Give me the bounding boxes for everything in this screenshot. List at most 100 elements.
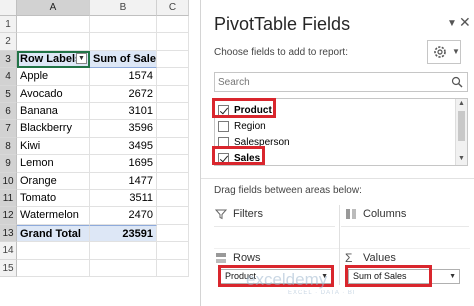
cell[interactable] (17, 259, 90, 277)
pivot-row-labels-header[interactable]: Row Labels ▼ (17, 50, 90, 69)
cell[interactable] (157, 224, 189, 243)
cell[interactable] (157, 207, 189, 225)
row-header-15[interactable]: 15 (0, 259, 17, 277)
scroll-up-icon[interactable]: ▲ (458, 100, 465, 107)
cell[interactable] (90, 33, 157, 51)
columns-icon (346, 209, 356, 219)
pivot-row-value[interactable]: 3101 (90, 103, 157, 121)
pivot-row-label[interactable]: Blackberry (17, 120, 90, 138)
cell[interactable] (157, 33, 189, 51)
pivot-row-value[interactable]: 2470 (90, 207, 157, 225)
pivot-row-label[interactable]: Kiwi (17, 137, 90, 156)
cell[interactable] (90, 242, 157, 260)
cell[interactable] (90, 259, 157, 277)
column-header-b[interactable]: B (90, 0, 157, 16)
pivot-row-label[interactable]: Apple (17, 68, 90, 86)
pivot-sum-of-sales-header[interactable]: Sum of Sales (90, 50, 157, 69)
chevron-down-icon: ▼ (449, 273, 456, 280)
row-header-7[interactable]: 7 (0, 120, 17, 138)
column-header-c[interactable]: C (157, 0, 189, 16)
pivot-row-value[interactable]: 3511 (90, 190, 157, 208)
search-icon (451, 76, 463, 88)
cell[interactable] (157, 190, 189, 208)
pane-options-caret-icon[interactable]: ▼ (447, 18, 457, 29)
pivot-row-label[interactable]: Tomato (17, 190, 90, 208)
scroll-down-icon[interactable]: ▼ (458, 155, 465, 162)
cell[interactable] (157, 242, 189, 260)
field-label: Region (234, 120, 266, 132)
cell[interactable] (157, 50, 189, 69)
close-icon[interactable]: ✕ (459, 14, 471, 31)
pivot-row-label[interactable]: Watermelon (17, 207, 90, 225)
pivot-row-value[interactable]: 3495 (90, 137, 157, 156)
row-header-2[interactable]: 2 (0, 33, 17, 51)
cell[interactable] (157, 16, 189, 34)
highlight-values-field (345, 265, 432, 287)
row-header-13[interactable]: 13 (0, 224, 17, 243)
cell[interactable] (157, 259, 189, 277)
filter-dropdown-icon[interactable]: ▼ (76, 52, 87, 64)
field-list-scrollbar[interactable]: ▲ ▼ (455, 99, 467, 165)
row-header-12[interactable]: 12 (0, 207, 17, 225)
select-all-corner[interactable] (0, 0, 17, 16)
chevron-down-icon: ▼ (452, 47, 460, 56)
pivot-row-value[interactable]: 2672 (90, 85, 157, 103)
field-search-box[interactable] (214, 72, 468, 92)
cell[interactable] (157, 155, 189, 173)
row-header-8[interactable]: 8 (0, 137, 17, 156)
grand-total-label[interactable]: Grand Total (17, 224, 90, 243)
row-header-10[interactable]: 10 (0, 172, 17, 190)
cell[interactable] (157, 103, 189, 121)
cell[interactable] (90, 16, 157, 34)
field-item-region[interactable]: Region (218, 118, 266, 134)
row-header-11[interactable]: 11 (0, 190, 17, 208)
row-header-5[interactable]: 5 (0, 85, 17, 103)
row-header-3[interactable]: 3 (0, 50, 17, 69)
rows-area-header: Rows (215, 252, 261, 264)
cell[interactable] (157, 85, 189, 103)
row-header-6[interactable]: 6 (0, 103, 17, 121)
worksheet: A B C 1 2 3 4 5 6 7 8 9 10 11 12 13 14 15 Row Labels ▼ S… (0, 0, 200, 306)
highlight-sales-field (212, 146, 265, 165)
cell[interactable] (157, 137, 189, 156)
pivot-row-label[interactable]: Banana (17, 103, 90, 121)
row-header-14[interactable]: 14 (0, 242, 17, 260)
grand-total-value[interactable]: 23591 (90, 224, 157, 243)
values-area-header: Σ Values (345, 251, 396, 265)
row-header-4[interactable]: 4 (0, 68, 17, 86)
pivot-row-label[interactable]: Avocado (17, 85, 90, 103)
gear-icon (434, 46, 446, 58)
cell[interactable] (157, 172, 189, 190)
cell[interactable] (157, 68, 189, 86)
pivot-row-label[interactable]: Lemon (17, 155, 90, 173)
pivot-row-value[interactable]: 1695 (90, 155, 157, 173)
rows-icon (216, 253, 226, 263)
search-input[interactable] (215, 73, 435, 91)
columns-area-header: Columns (345, 208, 406, 220)
areas-vertical-divider (339, 205, 340, 285)
pivot-row-value[interactable]: 1477 (90, 172, 157, 190)
cell[interactable] (157, 120, 189, 138)
filter-icon (215, 209, 227, 220)
scroll-thumb[interactable] (458, 111, 465, 141)
region-checkbox[interactable] (218, 120, 229, 132)
section-divider (201, 178, 474, 179)
watermark-tagline: EXCEL · DATA · BI (288, 290, 356, 296)
row-header-1[interactable]: 1 (0, 16, 17, 34)
pivot-row-value[interactable]: 3596 (90, 120, 157, 138)
sigma-icon: Σ (345, 251, 353, 265)
cell[interactable] (17, 242, 90, 260)
row-labels-text: Row Labels (20, 52, 82, 65)
pivottable-fields-pane: PivotTable Fields ▼ ✕ Choose fields to a… (200, 0, 474, 306)
drag-fields-label: Drag fields between areas below: (214, 185, 362, 196)
choose-fields-label: Choose fields to add to report: (214, 47, 348, 58)
filters-area-line (214, 226, 335, 227)
cell[interactable] (17, 33, 90, 51)
cell[interactable] (17, 16, 90, 34)
row-header-9[interactable]: 9 (0, 155, 17, 173)
pivot-row-value[interactable]: 1574 (90, 68, 157, 86)
highlight-product-field (212, 98, 276, 118)
pivot-row-label[interactable]: Orange (17, 172, 90, 190)
column-header-a[interactable]: A (17, 0, 90, 16)
tools-button[interactable]: ▼ (427, 40, 461, 64)
